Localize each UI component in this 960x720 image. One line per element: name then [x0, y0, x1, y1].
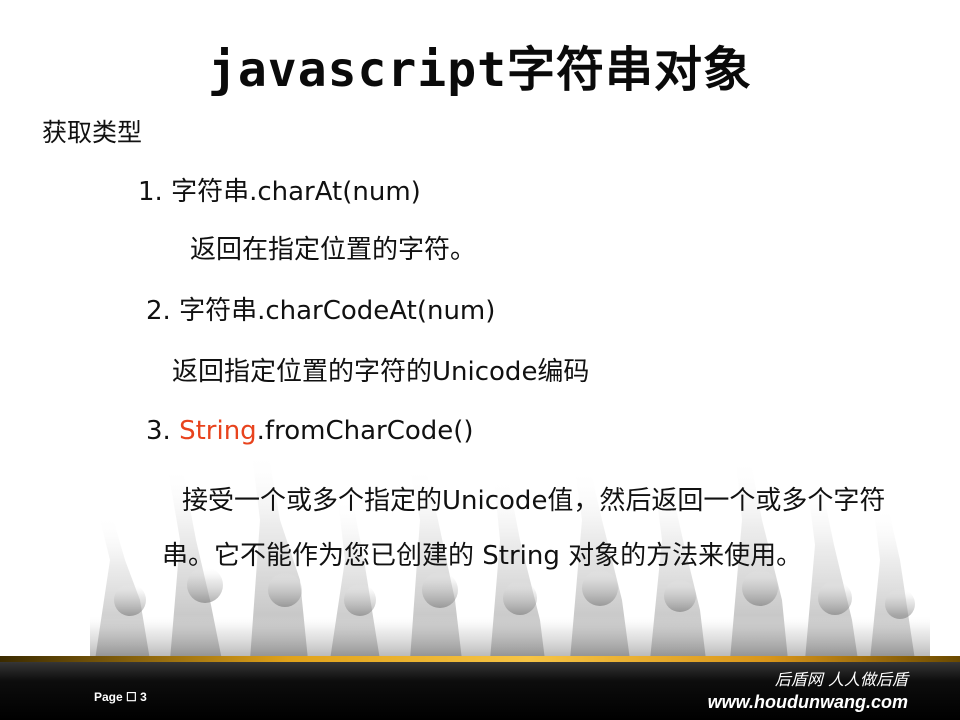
brand-url: www.houdunwang.com — [707, 692, 908, 712]
section-subtitle: 获取类型 — [42, 118, 143, 147]
brand-slogan: 后盾网 人人做后盾 — [774, 670, 908, 689]
method-item-number: 3. — [146, 416, 180, 446]
brand-block: 后盾网 人人做后盾 www.houdunwang.com — [708, 670, 908, 714]
slide-title: javascript字符串对象 — [208, 42, 752, 98]
method-item-charat: 1. 字符串.charAt(num) — [138, 177, 421, 207]
page-number: Page ☐ 3 — [94, 690, 147, 704]
method-item-name: .fromCharCode() — [256, 416, 474, 446]
method-item-charcodeat: 2. 字符串.charCodeAt(num) — [146, 296, 496, 326]
method-desc-fromcharcode: 接受一个或多个指定的Unicode值，然后返回一个或多个字符串。它不能作为您已创… — [162, 486, 886, 571]
method-desc-charat: 返回在指定位置的字符。 — [190, 235, 477, 265]
footer-accent-bar — [0, 656, 960, 662]
string-keyword-highlight: String — [179, 416, 257, 446]
method-desc-charcodeat: 返回指定位置的字符的Unicode编码 — [172, 357, 590, 387]
method-item-fromcharcode: 3. String.fromCharCode() — [146, 416, 474, 446]
